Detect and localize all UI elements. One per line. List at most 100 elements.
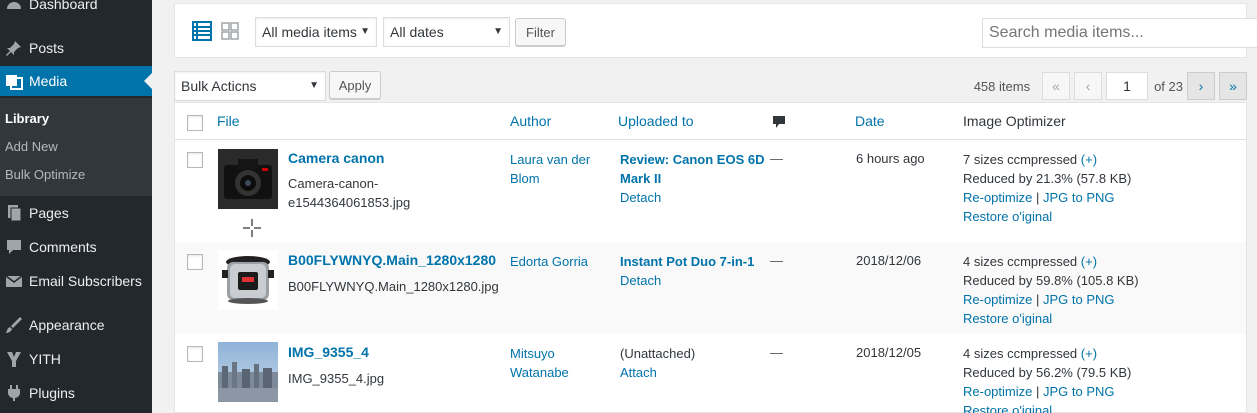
author-link[interactable]: Edorta Gorria [510, 252, 610, 271]
bulk-actions-value: Bulk Acticns [181, 78, 257, 94]
attach-link[interactable]: Attach [620, 363, 765, 382]
menu-item-pages[interactable]: Pages [0, 198, 152, 228]
uploaded-to-cell: Review: Canon EOS 6D Mark II Detach [620, 150, 765, 207]
media-submenu: Library Add New Bulk Optimize [0, 98, 152, 196]
menu-item-media[interactable]: Media [0, 66, 152, 96]
pin-icon [4, 38, 24, 58]
table-row: B00FLYWNYQ.Main_1280x1280 B00FLYWNYQ.Mai… [175, 242, 1246, 334]
menu-item-dashboard[interactable]: Dashboard [0, 0, 152, 19]
convert-link[interactable]: JPG to PNG [1043, 384, 1115, 399]
media-type-select[interactable]: All media items ▼ [255, 17, 377, 47]
next-page-button[interactable]: › [1187, 72, 1215, 100]
link-separator: | [1032, 384, 1043, 399]
author-line: Watanabe [510, 365, 569, 380]
expand-sizes-link[interactable]: (+) [1081, 346, 1097, 361]
admin-sidebar: Dashboard Posts Media Library Add New Bu… [0, 0, 152, 413]
restore-original-link[interactable]: Restore o'iginal [963, 209, 1052, 224]
link-separator: | [1032, 292, 1043, 307]
media-title-link[interactable]: B00FLYWNYQ.Main_1280x1280 [288, 252, 496, 268]
filename-line: e1544364061853.jpg [288, 195, 411, 210]
expand-sizes-link[interactable]: (+) [1081, 254, 1097, 269]
item-count: 458 items [973, 78, 1031, 94]
author-line: Mitsuyo [510, 346, 555, 361]
table-row: Camera canon Camera-canon- e154436406185… [175, 140, 1246, 242]
bulk-actions-select[interactable]: Bulk Acticns ▼ [174, 71, 326, 101]
thumbnail-city[interactable] [218, 342, 278, 402]
yith-icon [4, 349, 24, 369]
uploaded-line: Mark II [620, 171, 662, 186]
detach-link[interactable]: Detach [620, 271, 765, 290]
dates-select[interactable]: All dates ▼ [383, 17, 510, 47]
reoptimize-link[interactable]: Re-optimize [963, 190, 1032, 205]
filename-line: B00FLYWNYQ.Main_1280x1280.jpg [288, 279, 499, 294]
restore-original-link[interactable]: Restore o'iginal [963, 311, 1052, 326]
row-checkbox[interactable] [187, 346, 203, 362]
column-author[interactable]: Author [510, 113, 551, 129]
submenu-item-library[interactable]: Library [5, 111, 49, 126]
media-type-value: All media items [262, 24, 357, 40]
caret-down-icon: ▼ [309, 80, 319, 91]
apply-button[interactable]: Apply [329, 71, 381, 99]
column-image-optimizer: Image Optimizer [963, 113, 1066, 129]
menu-item-email-subscribers[interactable]: Email Subscribers [0, 266, 152, 296]
crosshair-cursor-icon [243, 219, 261, 240]
menu-item-appearance[interactable]: Appearance [0, 310, 152, 340]
media-filename: Camera-canon- e1544364061853.jpg [288, 174, 498, 212]
column-uploaded-to[interactable]: Uploaded to [618, 113, 694, 129]
caret-down-icon: ▼ [360, 26, 370, 37]
row-checkbox[interactable] [187, 152, 203, 168]
list-view-icon[interactable] [191, 20, 213, 42]
column-file[interactable]: File [217, 113, 240, 129]
media-filename: IMG_9355_4.jpg [288, 369, 498, 388]
unattached-label: (Unattached) [620, 346, 696, 361]
sizes-compressed: 4 sizes ccmpressed [963, 254, 1078, 269]
menu-item-label: YITH [29, 351, 61, 367]
menu-item-label: Pages [29, 205, 69, 221]
convert-link[interactable]: JPG to PNG [1043, 190, 1115, 205]
current-page-input[interactable] [1106, 72, 1149, 100]
reoptimize-link[interactable]: Re-optimize [963, 384, 1032, 399]
menu-item-posts[interactable]: Posts [0, 33, 152, 63]
menu-item-label: Posts [29, 40, 65, 56]
menu-item-comments[interactable]: Comments [0, 232, 152, 262]
media-filename: B00FLYWNYQ.Main_1280x1280.jpg [288, 277, 503, 296]
pages-icon [4, 203, 24, 223]
grid-view-icon[interactable] [219, 20, 241, 42]
last-page-button[interactable]: » [1219, 72, 1247, 100]
submenu-item-bulk-optimize[interactable]: Bulk Optimize [5, 167, 85, 182]
uploaded-to-cell: Instant Pot Duo 7-in-1 Detach [620, 252, 765, 290]
thumbnail-instant-pot[interactable] [218, 250, 278, 310]
media-table: File Author Uploaded to Date Image Optim… [174, 102, 1247, 413]
thumbnail-camera[interactable] [218, 149, 278, 209]
optimizer-cell: 7 sizes ccmpressed (+) Reduced by 21.3% … [963, 150, 1243, 226]
submenu-item-add-new[interactable]: Add New [5, 139, 58, 154]
sizes-compressed: 7 sizes ccmpressed [963, 152, 1078, 167]
comment-icon [4, 237, 24, 257]
menu-item-yith[interactable]: YITH [0, 344, 152, 374]
uploaded-to-link[interactable]: Review: Canon EOS 6D Mark II [620, 150, 765, 188]
brush-icon [4, 315, 24, 335]
filename-line: Camera-canon- [288, 176, 379, 191]
comment-column-icon[interactable] [772, 115, 786, 132]
author-line: Blom [510, 171, 540, 186]
row-checkbox[interactable] [187, 254, 203, 270]
prev-page-button[interactable]: ‹ [1074, 72, 1103, 100]
expand-sizes-link[interactable]: (+) [1081, 152, 1097, 167]
email-icon [4, 271, 24, 291]
detach-link[interactable]: Detach [620, 188, 765, 207]
uploaded-to-link[interactable]: Instant Pot Duo 7-in-1 [620, 252, 765, 271]
filter-button[interactable]: Filter [515, 18, 566, 46]
first-page-button[interactable]: « [1042, 72, 1071, 100]
author-link[interactable]: Laura van der Blom [510, 150, 610, 188]
select-all-checkbox[interactable] [187, 115, 203, 131]
reoptimize-link[interactable]: Re-optimize [963, 292, 1032, 307]
search-input[interactable] [982, 18, 1257, 48]
media-title-link[interactable]: Camera canon [288, 150, 384, 166]
restore-original-link[interactable]: Restore o'iginal [963, 403, 1052, 413]
author-link[interactable]: Mitsuyo Watanabe [510, 344, 610, 382]
column-date[interactable]: Date [855, 113, 885, 129]
menu-item-plugins[interactable]: Plugins [0, 378, 152, 408]
media-title-link[interactable]: IMG_9355_4 [288, 344, 369, 360]
convert-link[interactable]: JPG to PNG [1043, 292, 1115, 307]
menu-item-label: Media [29, 73, 68, 89]
